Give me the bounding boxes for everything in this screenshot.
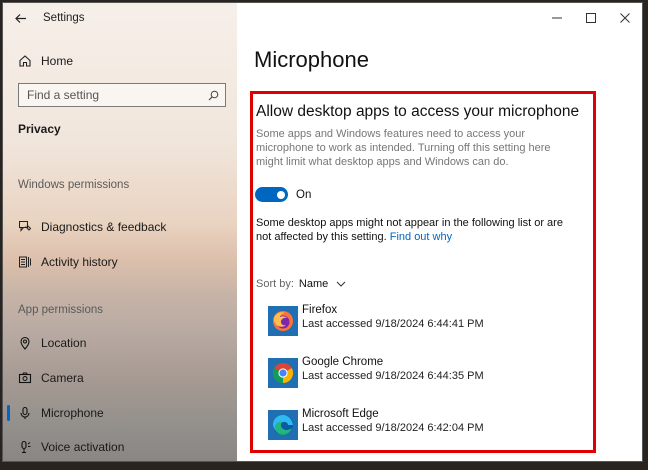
location-icon [18,336,32,350]
sidebar-item-activity-history[interactable]: Activity history [3,247,237,277]
back-arrow-icon [14,13,26,23]
sort-dropdown[interactable]: Sort by: Name [256,278,346,290]
chrome-icon [268,358,298,388]
section-description: Some apps and Windows features need to a… [256,128,551,168]
window-controls [540,3,642,33]
title-bar: Settings [3,3,237,33]
sidebar-item-label: Diagnostics & feedback [41,220,167,234]
list-item-microsoft-edge: Microsoft Edge Last accessed 9/18/2024 6… [268,408,568,440]
close-button[interactable] [608,3,642,33]
edge-icon [268,410,298,440]
list-item-google-chrome: Google Chrome Last accessed 9/18/2024 6:… [268,356,568,388]
sidebar-item-diagnostics[interactable]: Diagnostics & feedback [3,212,237,242]
app-name: Firefox [302,304,338,316]
voice-activation-icon [18,440,32,454]
toggle-knob [277,190,285,199]
sidebar: Settings Home Privacy Windows permission… [3,3,237,461]
search-input[interactable] [27,88,197,102]
search-box[interactable] [18,83,226,107]
sidebar-item-label: Location [41,336,87,350]
note-text: Some desktop apps might not appear in th… [256,216,581,244]
close-icon [620,13,630,23]
sort-value: Name [298,278,329,290]
find-out-why-link[interactable]: Find out why [390,231,452,243]
sidebar-item-voice-activation[interactable]: Voice activation [3,432,237,461]
sidebar-item-label: Activity history [41,255,118,269]
section-app-permissions: App permissions [18,304,104,316]
section-windows-permissions: Windows permissions [18,179,130,191]
sidebar-item-camera[interactable]: Camera [3,363,237,393]
toggle-label: On [296,189,312,201]
main-panel: Microphone Allow desktop apps to access … [237,3,642,461]
app-name: Microsoft Edge [302,408,379,420]
activity-history-icon [18,255,32,269]
chevron-down-icon [336,281,346,287]
sidebar-item-location[interactable]: Location [3,328,237,358]
back-button[interactable] [3,3,37,33]
maximize-button[interactable] [574,3,608,33]
nav-home[interactable]: Home [3,46,237,76]
sidebar-item-label: Microphone [41,406,104,420]
minimize-button[interactable] [540,3,574,33]
list-item-firefox: Firefox Last accessed 9/18/2024 6:44:41 … [268,304,568,336]
home-icon [18,54,32,68]
maximize-icon [586,13,596,23]
app-name: Google Chrome [302,356,384,368]
nav-home-label: Home [41,54,74,68]
feedback-icon [18,220,32,234]
search-icon [208,90,219,100]
camera-icon [18,371,32,385]
sidebar-item-microphone[interactable]: Microphone [3,398,237,428]
section-title: Allow desktop apps to access your microp… [256,103,580,120]
sidebar-item-label: Camera [41,371,84,385]
category-title: Privacy [18,122,61,136]
page-title: Microphone [254,47,369,72]
app-last-accessed: Last accessed 9/18/2024 6:42:04 PM [302,422,484,434]
sort-label: Sort by: [256,278,294,290]
sidebar-item-label: Voice activation [41,440,125,454]
app-last-accessed: Last accessed 9/18/2024 6:44:41 PM [302,318,484,330]
minimize-icon [552,17,562,19]
microphone-icon [18,406,32,420]
firefox-icon [268,306,298,336]
desktop-apps-toggle[interactable] [255,187,288,202]
app-last-accessed: Last accessed 9/18/2024 6:44:35 PM [302,370,484,382]
app-title: Settings [43,12,85,24]
settings-window: Settings Home Privacy Windows permission… [2,2,643,462]
